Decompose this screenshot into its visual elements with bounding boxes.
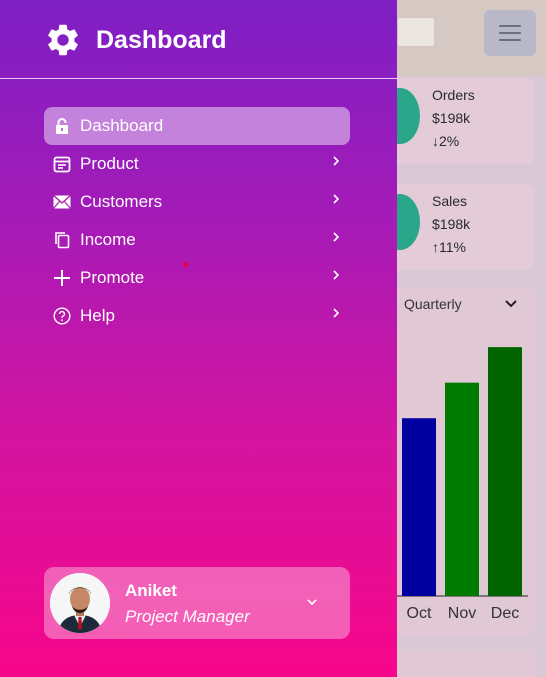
avatar	[50, 573, 110, 633]
sidebar: Dashboard Dashboard Product Customers In…	[0, 0, 397, 677]
chevron-right-icon	[332, 154, 340, 170]
chevron-right-icon	[332, 306, 340, 322]
sidebar-item-label: Product	[80, 154, 139, 173]
chart-bar-oct	[402, 418, 436, 596]
chevron-right-icon	[332, 268, 340, 284]
x-tick-label: Oct	[407, 605, 432, 622]
stat-title: Sales	[432, 193, 468, 209]
arrow-up-icon: ↑	[432, 239, 439, 255]
profile-role: Project Manager	[125, 607, 250, 626]
stat-card-sales: Sales $198k ↑11%	[380, 184, 534, 270]
sidebar-item-help[interactable]: Help	[44, 297, 350, 335]
chart-bar-dec	[488, 347, 522, 596]
stat-value: $198k	[432, 216, 471, 232]
sidebar-item-product[interactable]: Product	[44, 145, 350, 183]
plus-icon	[44, 269, 80, 287]
lock-icon	[44, 117, 80, 135]
calendar-icon	[44, 155, 80, 173]
chevron-right-icon	[332, 192, 340, 208]
bar-chart: Oct Nov Dec	[394, 347, 528, 622]
sidebar-item-label: Help	[80, 306, 115, 325]
stat-value: $198k	[432, 110, 471, 126]
stat-change: ↑11%	[432, 239, 466, 255]
profile-name: Aniket	[125, 581, 177, 600]
bottom-card	[390, 650, 536, 677]
sidebar-item-label: Dashboard	[80, 116, 164, 135]
x-tick-label: Nov	[448, 605, 476, 622]
stat-card-orders: Orders $198k ↓2%	[380, 78, 534, 164]
brand: Dashboard	[44, 20, 227, 60]
divider	[0, 78, 397, 79]
sidebar-item-label: Promote	[80, 268, 145, 287]
cursor-marker	[183, 262, 188, 267]
sidebar-item-customers[interactable]: Customers	[44, 183, 350, 221]
mail-icon	[44, 195, 80, 209]
chevron-down-icon[interactable]	[504, 296, 518, 312]
stat-title: Orders	[432, 87, 475, 103]
sidebar-menu: Dashboard Product Customers Income Promo…	[44, 107, 350, 335]
profile-card[interactable]: Aniket Project Manager	[44, 567, 350, 639]
arrow-down-icon: ↓	[432, 133, 439, 149]
search-input[interactable]	[398, 18, 434, 46]
copy-icon	[44, 231, 80, 249]
brand-title: Dashboard	[96, 25, 227, 54]
gear-icon	[48, 24, 78, 56]
chart-bar-nov	[445, 382, 479, 596]
sidebar-item-promote[interactable]: Promote	[44, 259, 350, 297]
stat-change: ↓2%	[432, 133, 460, 149]
hamburger-icon	[499, 25, 521, 27]
period-select[interactable]: Quarterly	[404, 296, 462, 312]
sidebar-item-label: Income	[80, 230, 136, 249]
chevron-down-icon[interactable]	[306, 593, 318, 611]
chevron-right-icon	[332, 230, 340, 246]
question-icon	[44, 307, 80, 325]
x-tick-label: Dec	[491, 605, 519, 622]
sidebar-item-dashboard[interactable]: Dashboard	[44, 107, 350, 145]
sidebar-item-label: Customers	[80, 192, 163, 211]
menu-toggle-button[interactable]	[484, 10, 536, 56]
sidebar-item-income[interactable]: Income	[44, 221, 350, 259]
